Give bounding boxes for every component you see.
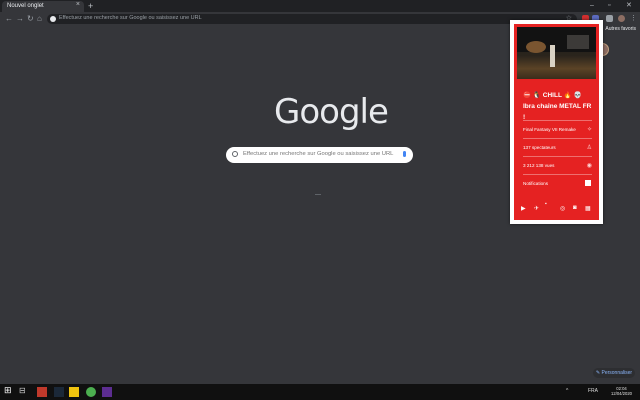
address-bar[interactable]: Effectuez une recherche sur Google ou sa… [47,14,577,24]
chrome-icon[interactable] [86,387,96,397]
app-icon[interactable] [37,387,47,397]
extension-icon[interactable] [606,15,613,22]
address-bar-placeholder: Effectuez une recherche sur Google ou sa… [59,15,202,21]
instagram-icon[interactable]: ◎ [560,205,565,212]
file-explorer-icon[interactable] [69,387,79,397]
viewers-row: 137 spectateurs ♙ [523,138,592,157]
notifications-checkbox[interactable] [585,180,591,186]
app-icon[interactable] [102,387,112,397]
game-icon: ✧ [586,127,592,133]
reload-icon[interactable]: ↻ [27,13,34,25]
viewers-label: 137 spectateurs [523,145,556,150]
notifications-label: Notifications [523,181,549,186]
views-row: 3 212 138 vues ◉ [523,156,592,175]
youtube-icon[interactable]: ▶ [521,205,526,212]
new-tab-button[interactable]: + [88,0,93,12]
google-logo: Google [274,92,389,132]
profile-icon[interactable] [618,15,625,22]
extension-popup: ⛔ 🐧 CHILL 🔥 💀 Ibra chaîne METAL FR ! Fin… [510,20,603,224]
twitter-icon[interactable]: ✈ [534,205,539,212]
date: 12/04/2020 [611,391,632,396]
stream-thumbnail[interactable] [517,27,596,79]
start-button[interactable]: ⊞ [4,385,14,395]
forward-icon[interactable]: → [16,13,24,25]
tab-new-tab[interactable]: Nouvel onglet × [2,1,84,12]
game-label: Final Fantasy VII Remake [523,127,576,132]
menu-icon[interactable]: ⋮ [630,13,637,25]
taskbar: ⊞ ⊟ ^ FRA 02:04 12/04/2020 [0,384,640,400]
views-label: 3 212 138 vues [523,163,555,168]
google-g-icon [50,16,56,22]
tab-title: Nouvel onglet [7,3,44,9]
steam-icon[interactable] [54,387,64,397]
popup-panel: ⛔ 🐧 CHILL 🔥 💀 Ibra chaîne METAL FR ! Fin… [514,24,599,220]
language-indicator[interactable]: FRA [588,388,598,394]
social-links: ▶ ✈ ▪ ◎ ◙ ▦ [519,201,595,215]
personalize-button[interactable]: ✎ Personnaliser [593,368,635,378]
close-window-button[interactable]: ✕ [626,0,632,12]
maximize-button[interactable]: ▫ [608,0,610,12]
channel-title: ⛔ 🐧 CHILL 🔥 💀 Ibra chaîne METAL FR ! [523,92,592,121]
clock[interactable]: 02:04 12/04/2020 [611,386,632,396]
search-box[interactable]: Effectuez une recherche sur Google ou sa… [226,147,413,163]
image-icon: ▪ [545,201,547,207]
game-row: Final Fantasy VII Remake ✧ [523,120,592,139]
search-placeholder: Effectuez une recherche sur Google ou sa… [243,151,394,157]
discord-icon[interactable]: ◙ [573,205,577,211]
eye-icon: ◉ [586,163,592,169]
tab-strip: Nouvel onglet × + – ▫ ✕ [0,0,640,12]
task-view-icon[interactable]: ⊟ [19,386,29,396]
microphone-icon[interactable] [403,151,406,157]
viewers-icon: ♙ [586,145,592,151]
tray-chevron-icon[interactable]: ^ [566,388,568,394]
search-icon [232,151,238,157]
home-icon[interactable]: ⌂ [37,13,42,25]
back-icon[interactable]: ← [5,13,13,25]
divider [315,194,321,195]
store-icon[interactable]: ▦ [585,205,591,212]
tab-close-icon[interactable]: × [76,1,80,8]
notifications-row: Notifications [523,174,592,193]
minimize-button[interactable]: – [590,0,594,12]
bookmark-folder-other[interactable]: Autres favoris [598,26,636,32]
